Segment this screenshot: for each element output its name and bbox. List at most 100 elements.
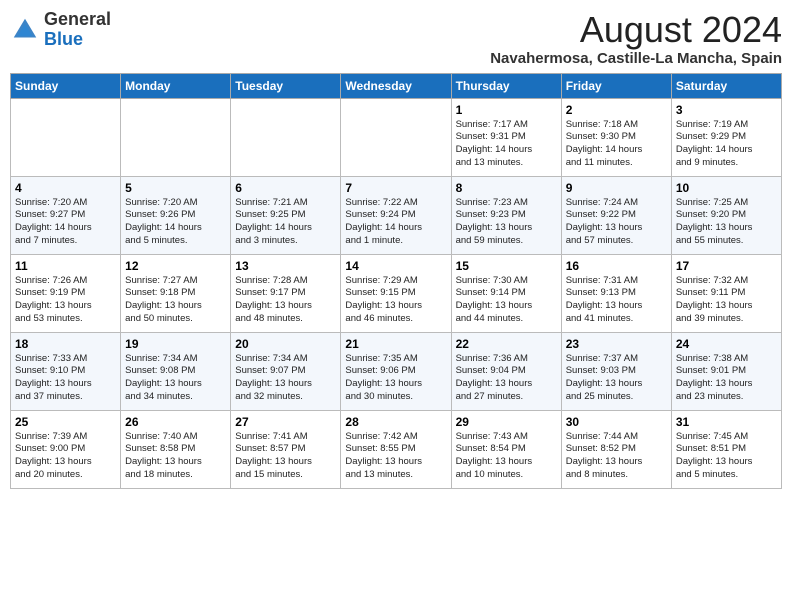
calendar-cell: 14 Sunrise: 7:29 AM Sunset: 9:15 PM Dayli…	[341, 254, 451, 332]
calendar-cell: 29 Sunrise: 7:43 AM Sunset: 8:54 PM Dayli…	[451, 410, 561, 488]
calendar-cell: 18 Sunrise: 7:33 AM Sunset: 9:10 PM Dayli…	[11, 332, 121, 410]
day-number: 23	[566, 337, 667, 351]
day-number: 15	[456, 259, 557, 273]
calendar-cell: 5 Sunrise: 7:20 AM Sunset: 9:26 PM Daylig…	[121, 176, 231, 254]
month-title: August 2024	[490, 10, 782, 50]
calendar-cell: 1Sunrise: 7:17 AM Sunset: 9:31 PM Daylig…	[451, 98, 561, 176]
calendar-week-row: 1Sunrise: 7:17 AM Sunset: 9:31 PM Daylig…	[11, 98, 782, 176]
calendar-cell	[341, 98, 451, 176]
day-number: 8	[456, 181, 557, 195]
calendar-cell: 3 Sunrise: 7:19 AM Sunset: 9:29 PM Daylig…	[671, 98, 781, 176]
day-number: 10	[676, 181, 777, 195]
day-number: 25	[15, 415, 116, 429]
location-title: Navahermosa, Castille-La Mancha, Spain	[490, 50, 782, 67]
calendar-cell: 21Sunrise: 7:35 AM Sunset: 9:06 PM Dayli…	[341, 332, 451, 410]
day-info: Sunrise: 7:28 AM Sunset: 9:17 PM Dayligh…	[235, 275, 336, 326]
calendar-cell: 11 Sunrise: 7:26 AM Sunset: 9:19 PM Dayli…	[11, 254, 121, 332]
calendar-cell: 9 Sunrise: 7:24 AM Sunset: 9:22 PM Daylig…	[561, 176, 671, 254]
calendar-cell: 20 Sunrise: 7:34 AM Sunset: 9:07 PM Dayli…	[231, 332, 341, 410]
logo: General Blue	[10, 10, 111, 50]
day-number: 5	[125, 181, 226, 195]
day-number: 28	[345, 415, 446, 429]
calendar-cell: 24 Sunrise: 7:38 AM Sunset: 9:01 PM Dayli…	[671, 332, 781, 410]
day-number: 6	[235, 181, 336, 195]
calendar-cell: 16 Sunrise: 7:31 AM Sunset: 9:13 PM Dayli…	[561, 254, 671, 332]
calendar-cell: 23Sunrise: 7:37 AM Sunset: 9:03 PM Dayli…	[561, 332, 671, 410]
logo-general: General	[44, 9, 111, 29]
calendar-week-row: 18 Sunrise: 7:33 AM Sunset: 9:10 PM Dayli…	[11, 332, 782, 410]
day-info: Sunrise: 7:20 AM Sunset: 9:26 PM Dayligh…	[125, 197, 226, 248]
calendar-cell: 12 Sunrise: 7:27 AM Sunset: 9:18 PM Dayli…	[121, 254, 231, 332]
day-number: 30	[566, 415, 667, 429]
calendar-week-row: 4Sunrise: 7:20 AM Sunset: 9:27 PM Daylig…	[11, 176, 782, 254]
day-info: Sunrise: 7:31 AM Sunset: 9:13 PM Dayligh…	[566, 275, 667, 326]
calendar-cell: 31 Sunrise: 7:45 AM Sunset: 8:51 PM Dayli…	[671, 410, 781, 488]
calendar-cell: 17Sunrise: 7:32 AM Sunset: 9:11 PM Dayli…	[671, 254, 781, 332]
day-number: 17	[676, 259, 777, 273]
day-info: Sunrise: 7:40 AM Sunset: 8:58 PM Dayligh…	[125, 431, 226, 482]
day-number: 16	[566, 259, 667, 273]
page-header: General Blue August 2024 Navahermosa, Ca…	[10, 10, 782, 67]
calendar-cell: 2Sunrise: 7:18 AM Sunset: 9:30 PM Daylig…	[561, 98, 671, 176]
days-of-week-row: SundayMondayTuesdayWednesdayThursdayFrid…	[11, 73, 782, 98]
day-info: Sunrise: 7:23 AM Sunset: 9:23 PM Dayligh…	[456, 197, 557, 248]
title-area: August 2024 Navahermosa, Castille-La Man…	[490, 10, 782, 67]
dow-header: Monday	[121, 73, 231, 98]
day-number: 11	[15, 259, 116, 273]
logo-blue: Blue	[44, 29, 83, 49]
calendar-cell: 15 Sunrise: 7:30 AM Sunset: 9:14 PM Dayli…	[451, 254, 561, 332]
day-number: 13	[235, 259, 336, 273]
dow-header: Wednesday	[341, 73, 451, 98]
calendar-cell: 27 Sunrise: 7:41 AM Sunset: 8:57 PM Dayli…	[231, 410, 341, 488]
day-info: Sunrise: 7:24 AM Sunset: 9:22 PM Dayligh…	[566, 197, 667, 248]
day-number: 26	[125, 415, 226, 429]
day-number: 18	[15, 337, 116, 351]
day-number: 14	[345, 259, 446, 273]
day-number: 24	[676, 337, 777, 351]
day-info: Sunrise: 7:45 AM Sunset: 8:51 PM Dayligh…	[676, 431, 777, 482]
day-number: 12	[125, 259, 226, 273]
calendar-cell: 25Sunrise: 7:39 AM Sunset: 9:00 PM Dayli…	[11, 410, 121, 488]
day-info: Sunrise: 7:30 AM Sunset: 9:14 PM Dayligh…	[456, 275, 557, 326]
calendar-cell: 7Sunrise: 7:22 AM Sunset: 9:24 PM Daylig…	[341, 176, 451, 254]
calendar-cell: 6 Sunrise: 7:21 AM Sunset: 9:25 PM Daylig…	[231, 176, 341, 254]
dow-header: Tuesday	[231, 73, 341, 98]
day-info: Sunrise: 7:21 AM Sunset: 9:25 PM Dayligh…	[235, 197, 336, 248]
calendar-cell	[121, 98, 231, 176]
calendar-cell: 30Sunrise: 7:44 AM Sunset: 8:52 PM Dayli…	[561, 410, 671, 488]
day-number: 7	[345, 181, 446, 195]
day-number: 31	[676, 415, 777, 429]
day-number: 3	[676, 103, 777, 117]
calendar-cell: 28Sunrise: 7:42 AM Sunset: 8:55 PM Dayli…	[341, 410, 451, 488]
day-info: Sunrise: 7:43 AM Sunset: 8:54 PM Dayligh…	[456, 431, 557, 482]
calendar-week-row: 25Sunrise: 7:39 AM Sunset: 9:00 PM Dayli…	[11, 410, 782, 488]
day-info: Sunrise: 7:34 AM Sunset: 9:08 PM Dayligh…	[125, 353, 226, 404]
logo-text: General Blue	[44, 10, 111, 50]
day-number: 29	[456, 415, 557, 429]
calendar-body: 1Sunrise: 7:17 AM Sunset: 9:31 PM Daylig…	[11, 98, 782, 488]
day-number: 19	[125, 337, 226, 351]
day-info: Sunrise: 7:19 AM Sunset: 9:29 PM Dayligh…	[676, 119, 777, 170]
day-number: 22	[456, 337, 557, 351]
calendar-cell: 8 Sunrise: 7:23 AM Sunset: 9:23 PM Daylig…	[451, 176, 561, 254]
dow-header: Friday	[561, 73, 671, 98]
dow-header: Thursday	[451, 73, 561, 98]
dow-header: Saturday	[671, 73, 781, 98]
day-number: 27	[235, 415, 336, 429]
day-info: Sunrise: 7:34 AM Sunset: 9:07 PM Dayligh…	[235, 353, 336, 404]
day-info: Sunrise: 7:20 AM Sunset: 9:27 PM Dayligh…	[15, 197, 116, 248]
calendar-cell: 26 Sunrise: 7:40 AM Sunset: 8:58 PM Dayli…	[121, 410, 231, 488]
day-info: Sunrise: 7:41 AM Sunset: 8:57 PM Dayligh…	[235, 431, 336, 482]
day-info: Sunrise: 7:29 AM Sunset: 9:15 PM Dayligh…	[345, 275, 446, 326]
day-number: 9	[566, 181, 667, 195]
calendar-week-row: 11 Sunrise: 7:26 AM Sunset: 9:19 PM Dayli…	[11, 254, 782, 332]
day-info: Sunrise: 7:33 AM Sunset: 9:10 PM Dayligh…	[15, 353, 116, 404]
day-number: 21	[345, 337, 446, 351]
day-info: Sunrise: 7:26 AM Sunset: 9:19 PM Dayligh…	[15, 275, 116, 326]
calendar-cell: 19 Sunrise: 7:34 AM Sunset: 9:08 PM Dayli…	[121, 332, 231, 410]
calendar-cell: 13 Sunrise: 7:28 AM Sunset: 9:17 PM Dayli…	[231, 254, 341, 332]
day-number: 20	[235, 337, 336, 351]
day-info: Sunrise: 7:36 AM Sunset: 9:04 PM Dayligh…	[456, 353, 557, 404]
day-info: Sunrise: 7:27 AM Sunset: 9:18 PM Dayligh…	[125, 275, 226, 326]
day-info: Sunrise: 7:38 AM Sunset: 9:01 PM Dayligh…	[676, 353, 777, 404]
